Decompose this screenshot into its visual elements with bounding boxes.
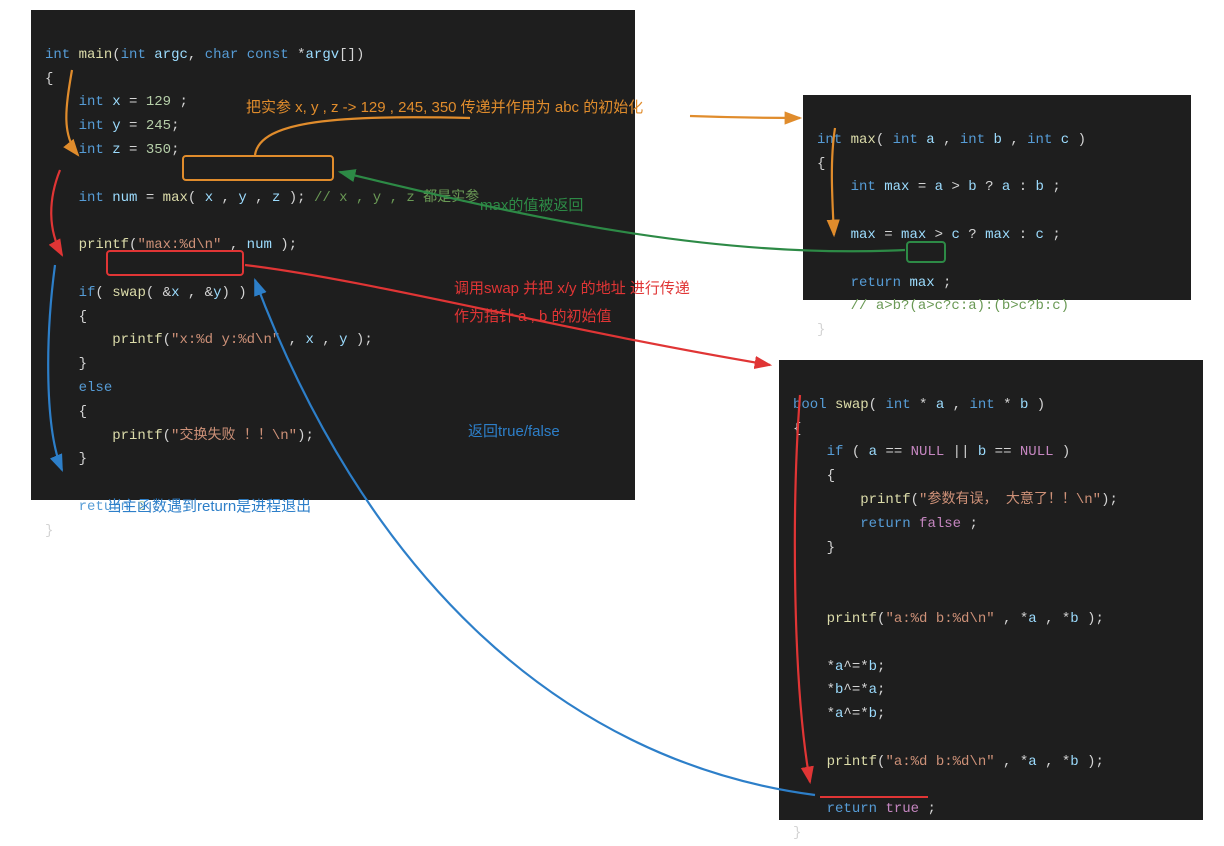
comment-args: // x , y , z 都是实参 — [314, 190, 479, 206]
swap-code-panel: bool swap( int * a , int * b ) { if ( a … — [779, 360, 1203, 820]
highlight-return-max — [906, 241, 946, 263]
highlight-max-call — [182, 155, 334, 181]
underline-return-true — [820, 796, 928, 798]
max-code-panel: int max( int a , int b , int c ) { int m… — [803, 95, 1191, 300]
annotation-blue-return: 当主函数遇到return是进程退出 — [107, 494, 311, 520]
annotation-green: max的值被返回 — [480, 193, 583, 219]
annotation-red-line2: 作为指针 a , b 的初始值 — [454, 304, 612, 330]
annotation-orange: 把实参 x, y , z -> 129 , 245, 350 传递并作用为 ab… — [246, 95, 643, 121]
highlight-swap-call — [106, 250, 244, 276]
comment-ternary: // a>b?(a>c?c:a):(b>c?b:c) — [851, 298, 1069, 314]
annotation-blue-truefalse: 返回true/false — [468, 419, 560, 445]
annotation-red-line1: 调用swap 并把 x/y 的地址 进行传递 — [454, 276, 690, 302]
